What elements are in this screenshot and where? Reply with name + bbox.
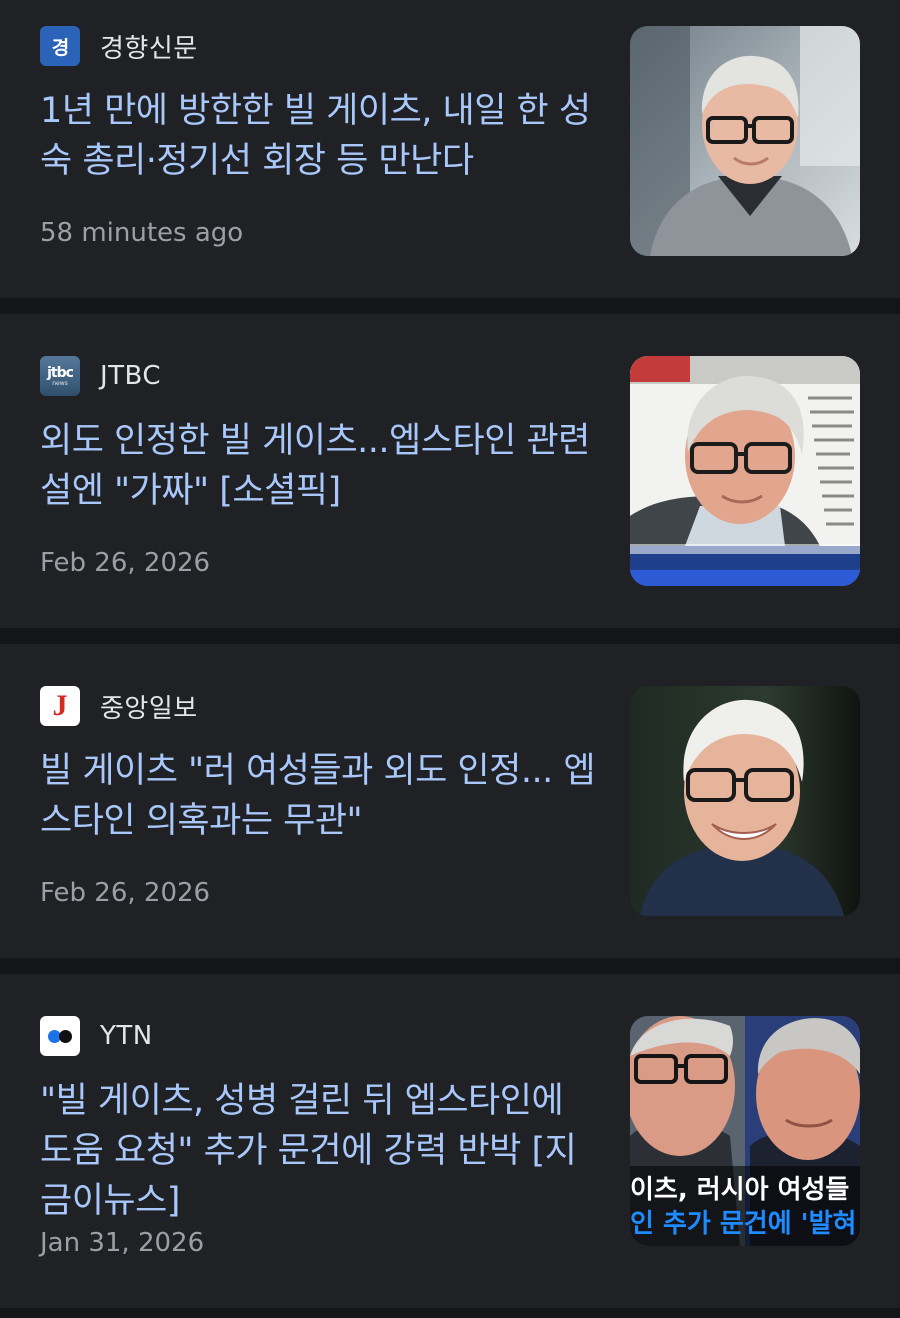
portrait-image (630, 686, 860, 916)
portrait-image (630, 26, 860, 256)
source-name: 중앙일보 (100, 693, 198, 724)
ytn-logo-icon (40, 1016, 80, 1056)
source-row: YTN (40, 1016, 153, 1056)
kyunghyang-logo-icon: 경 (40, 26, 80, 66)
source-name: JTBC (100, 361, 162, 391)
published-time: Feb 26, 2026 (40, 878, 211, 908)
logo-subtext: news (52, 379, 68, 387)
source-row: 경 경향신문 (40, 26, 198, 66)
headline-link[interactable]: 1년 만에 방한한 빌 게이츠, 내일 한 성숙 총리·정기선 회장 등 만난다 (40, 86, 600, 186)
news-card-jtbc[interactable]: jtbc news JTBC 외도 인정한 빌 게이츠...엡스타인 관련설엔 … (0, 314, 900, 628)
thumb-caption-line-2: 인 추가 문건에 '발혀 (630, 1209, 856, 1239)
source-name: 경향신문 (100, 33, 198, 64)
news-card-khan[interactable]: 경 경향신문 1년 만에 방한한 빌 게이츠, 내일 한 성숙 총리·정기선 회… (0, 0, 900, 298)
published-time: Jan 31, 2026 (40, 1228, 205, 1258)
thumb-caption-line-1: 이츠, 러시아 여성들 (630, 1175, 849, 1205)
news-feed: 경 경향신문 1년 만에 방한한 빌 게이츠, 내일 한 성숙 총리·정기선 회… (0, 0, 900, 1318)
joongang-logo-icon: J (40, 686, 80, 726)
published-time: Feb 26, 2026 (40, 548, 211, 578)
headline-link[interactable]: 외도 인정한 빌 게이츠...엡스타인 관련설엔 "가짜" [소셜픽] (40, 416, 600, 516)
logo-text: jtbc (47, 364, 74, 381)
logo-text: 경 (51, 36, 70, 59)
jtbc-logo-icon: jtbc news (40, 356, 80, 396)
source-row: J 중앙일보 (40, 686, 198, 726)
portrait-image (630, 356, 860, 586)
article-thumbnail[interactable]: 이츠, 러시아 여성들 인 추가 문건에 '발혀 (630, 1016, 860, 1246)
portrait-image: 이츠, 러시아 여성들 인 추가 문건에 '발혀 (630, 1016, 860, 1246)
source-name: YTN (100, 1021, 153, 1051)
published-time: 58 minutes ago (40, 218, 244, 248)
article-thumbnail[interactable] (630, 356, 860, 586)
article-thumbnail[interactable] (630, 686, 860, 916)
logo-dot-black (59, 1029, 72, 1043)
news-card-joongang[interactable]: J 중앙일보 빌 게이츠 "러 여성들과 외도 인정... 엡스타인 의혹과는 … (0, 644, 900, 958)
headline-link[interactable]: 빌 게이츠 "러 여성들과 외도 인정... 엡스타인 의혹과는 무관" (40, 746, 600, 846)
article-thumbnail[interactable] (630, 26, 860, 256)
headline-link[interactable]: "빌 게이츠, 성병 걸린 뒤 엡스타인에 도움 요청" 추가 문건에 강력 반… (40, 1076, 600, 1226)
logo-text: J (52, 689, 68, 722)
news-card-ytn[interactable]: YTN "빌 게이츠, 성병 걸린 뒤 엡스타인에 도움 요청" 추가 문건에 … (0, 974, 900, 1308)
source-row: jtbc news JTBC (40, 356, 161, 396)
